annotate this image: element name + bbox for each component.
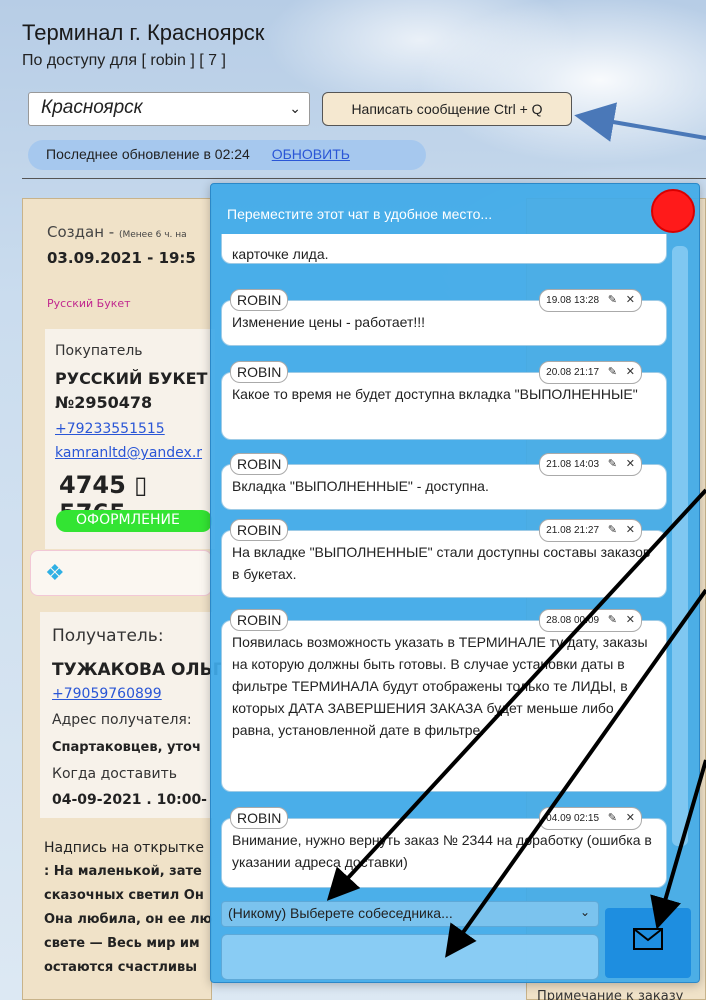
message-author: ROBIN bbox=[230, 519, 289, 541]
edit-icon[interactable]: ✎ bbox=[608, 458, 617, 470]
buyer-email-link[interactable]: kamranltd@yandex.r bbox=[55, 445, 215, 461]
message-text: карточке лида. bbox=[232, 246, 329, 262]
refresh-link[interactable]: ОБНОВИТЬ bbox=[272, 146, 350, 162]
created-date: 03.09.2021 - 19:5 bbox=[47, 249, 196, 267]
delete-icon[interactable]: ✕ bbox=[626, 524, 635, 536]
message-time: 21.08 14:03 bbox=[546, 459, 599, 470]
edit-icon[interactable]: ✎ bbox=[608, 294, 617, 306]
message-meta: 20.08 21:17 ✎ ✕ bbox=[539, 361, 642, 384]
message-meta: 19.08 13:28 ✎ ✕ bbox=[539, 289, 642, 312]
last-update-text: Последнее обновление в 02:24 bbox=[46, 146, 250, 162]
card-text-section: Надпись на открытке : На маленькой, зате… bbox=[44, 836, 212, 980]
city-select[interactable]: Красноярск ⌄ bbox=[28, 92, 310, 126]
store-name: Русский Букет bbox=[47, 297, 131, 310]
message-item: ROBIN 19.08 13:28 ✎ ✕ Изменение цены - р… bbox=[221, 289, 667, 346]
message-author: ROBIN bbox=[230, 807, 289, 829]
message-meta: 21.08 14:03 ✎ ✕ bbox=[539, 453, 642, 476]
message-time: 28.08 00:09 bbox=[546, 615, 599, 626]
status-badge: ОФОРМЛЕНИЕ bbox=[56, 510, 212, 532]
card-text-line: Она любила, он ее лю bbox=[44, 912, 212, 927]
message-item: ROBIN 21.08 21:27 ✎ ✕ На вкладке "ВЫПОЛН… bbox=[221, 519, 667, 598]
message-input[interactable] bbox=[221, 934, 599, 980]
edit-icon[interactable]: ✎ bbox=[608, 366, 617, 378]
delivery-time-label: Когда доставить bbox=[52, 766, 178, 782]
message-item: карточке лида. bbox=[221, 234, 667, 264]
message-text: Появилась возможность указать в ТЕРМИНАЛ… bbox=[232, 634, 648, 738]
delivery-time-value: 04-09-2021 . 10:00- bbox=[52, 792, 207, 808]
buyer-label: Покупатель bbox=[55, 343, 143, 359]
buyer-name: РУССКИЙ БУКЕТ №2950478 bbox=[55, 369, 208, 412]
order-note-label: Примечание к заказу bbox=[537, 989, 684, 1000]
address-label: Адрес получателя: bbox=[52, 712, 192, 728]
message-text: Внимание, нужно вернуть заказ № 2344 на … bbox=[232, 832, 652, 870]
envelope-icon bbox=[633, 928, 663, 950]
address-value: Спартаковцев, уточ bbox=[52, 740, 201, 755]
card-text-line: свете — Весь мир им bbox=[44, 936, 200, 951]
delete-icon[interactable]: ✕ bbox=[626, 366, 635, 378]
chat-window[interactable]: Переместите этот чат в удобное место... … bbox=[210, 183, 700, 983]
message-text: Изменение цены - работает!!! bbox=[232, 314, 426, 330]
message-item: ROBIN 21.08 14:03 ✎ ✕ Вкладка "ВЫПОЛНЕНН… bbox=[221, 453, 667, 510]
recipient-section: Получатель: ТУЖАКОВА ОЛЬГ +79059760899 А… bbox=[40, 612, 223, 818]
send-message-button[interactable] bbox=[605, 908, 691, 978]
edit-icon[interactable]: ✎ bbox=[608, 812, 617, 824]
message-author: ROBIN bbox=[230, 289, 289, 311]
card-text-label: Надпись на открытке bbox=[44, 840, 204, 856]
recipient-select[interactable]: (Никому) Выберете собеседника... ⌄ bbox=[221, 901, 599, 927]
message-text: Вкладка "ВЫПОЛНЕННЫЕ" - доступна. bbox=[232, 478, 489, 494]
recipient-label: Получатель: bbox=[52, 626, 164, 646]
page-title: Терминал г. Красноярск bbox=[22, 20, 265, 45]
card-text-line: остаются счастливы bbox=[44, 960, 197, 975]
bouquet-icon: ❖ bbox=[45, 561, 65, 586]
page-header: Терминал г. Красноярск По доступу для [ … bbox=[22, 20, 264, 70]
card-text-line: сказочных светил Он bbox=[44, 888, 204, 903]
message-scrollbar[interactable] bbox=[672, 246, 688, 846]
city-select-value: Красноярск bbox=[41, 97, 143, 118]
write-message-button[interactable]: Написать сообщение Ctrl + Q bbox=[322, 92, 572, 126]
message-meta: 21.08 21:27 ✎ ✕ bbox=[539, 519, 642, 542]
message-author: ROBIN bbox=[230, 609, 289, 631]
message-text: На вкладке "ВЫПОЛНЕННЫЕ" стали доступны … bbox=[232, 544, 651, 582]
header-divider bbox=[22, 178, 706, 179]
message-time: 20.08 21:17 bbox=[546, 367, 599, 378]
message-list[interactable]: карточке лида. ROBIN 19.08 13:28 ✎ ✕ Изм… bbox=[221, 234, 667, 924]
message-author: ROBIN bbox=[230, 453, 289, 475]
card-text-line: : На маленькой, зате bbox=[44, 864, 202, 879]
message-time: 21.08 21:27 bbox=[546, 525, 599, 536]
flower-strip: ❖ bbox=[30, 550, 212, 596]
message-item: ROBIN 28.08 00:09 ✎ ✕ Появилась возможно… bbox=[221, 609, 667, 792]
message-meta: 04.09 02:15 ✎ ✕ bbox=[539, 807, 642, 830]
created-label: Создан - (Менее 6 ч. на bbox=[47, 223, 187, 241]
chevron-down-icon: ⌄ bbox=[579, 905, 590, 919]
edit-icon[interactable]: ✎ bbox=[608, 614, 617, 626]
recipient-name: ТУЖАКОВА ОЛЬГ bbox=[52, 660, 224, 680]
delete-icon[interactable]: ✕ bbox=[626, 294, 635, 306]
message-time: 04.09 02:15 bbox=[546, 813, 599, 824]
page-subtitle: По доступу для [ robin ] [ 7 ] bbox=[22, 52, 226, 69]
created-note: (Менее 6 ч. на bbox=[118, 230, 187, 240]
message-time: 19.08 13:28 bbox=[546, 295, 599, 306]
message-item: ROBIN 20.08 21:17 ✎ ✕ Какое то время не … bbox=[221, 361, 667, 440]
close-chat-button[interactable] bbox=[651, 189, 695, 233]
last-update-bar: Последнее обновление в 02:24 ОБНОВИТЬ bbox=[28, 140, 426, 170]
message-meta: 28.08 00:09 ✎ ✕ bbox=[539, 609, 642, 632]
edit-icon[interactable]: ✎ bbox=[608, 524, 617, 536]
delete-icon[interactable]: ✕ bbox=[626, 614, 635, 626]
recipient-phone-link[interactable]: +79059760899 bbox=[52, 686, 162, 702]
chat-drag-handle[interactable]: Переместите этот чат в удобное место... bbox=[227, 206, 492, 222]
message-item: ROBIN 04.09 02:15 ✎ ✕ Внимание, нужно ве… bbox=[221, 807, 667, 888]
delete-icon[interactable]: ✕ bbox=[626, 458, 635, 470]
delete-icon[interactable]: ✕ bbox=[626, 812, 635, 824]
message-author: ROBIN bbox=[230, 361, 289, 383]
buyer-phone-link[interactable]: +79233551515 bbox=[55, 421, 165, 437]
message-text: Какое то время не будет доступна вкладка… bbox=[232, 386, 638, 402]
recipient-select-value: (Никому) Выберете собеседника... bbox=[228, 905, 453, 921]
chevron-down-icon: ⌄ bbox=[289, 100, 301, 116]
